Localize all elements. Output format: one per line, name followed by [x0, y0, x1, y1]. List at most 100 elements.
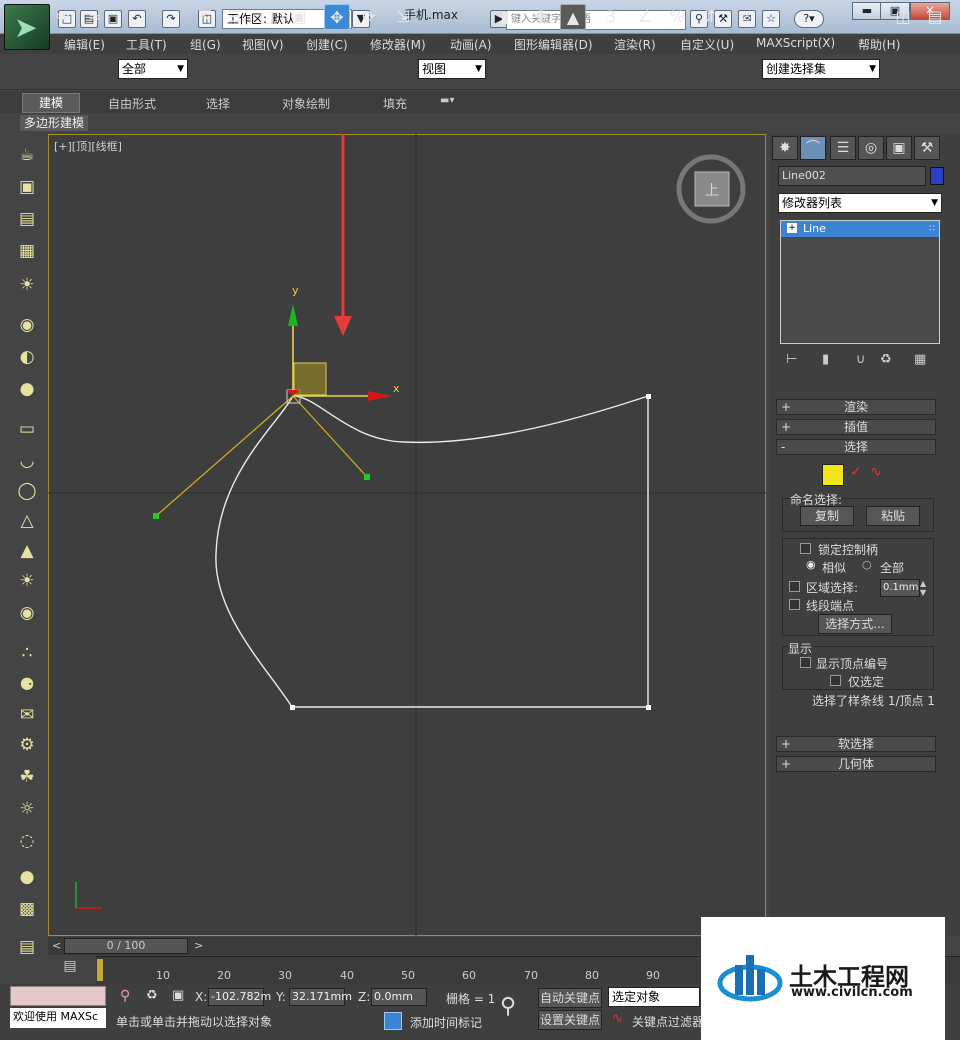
camera-icon[interactable]: ◉	[16, 314, 38, 336]
add-time-tag[interactable]: 添加时间标记	[410, 1014, 482, 1031]
select-move-icon[interactable]: ✥	[324, 4, 350, 30]
absolute-mode-icon[interactable]: ▣	[172, 988, 184, 1003]
isolate-selection-icon[interactable]: ⚲	[120, 988, 130, 1004]
lock-handles-checkbox[interactable]	[800, 543, 811, 554]
menu-create[interactable]: 创建(C)	[306, 36, 348, 53]
cone-icon[interactable]: ▲	[16, 540, 38, 562]
show-vertex-numbers-checkbox[interactable]	[800, 657, 811, 668]
rollout-rendering[interactable]: + 渲染	[776, 399, 936, 415]
copy-button[interactable]: 复制	[800, 506, 854, 526]
layer-manager-icon[interactable]: ▦	[16, 240, 38, 262]
redo-icon[interactable]: ↷	[162, 10, 180, 28]
menu-modifiers[interactable]: 修改器(M)	[370, 36, 426, 53]
time-marker[interactable]	[97, 959, 103, 981]
selection-lock-icon[interactable]	[384, 1012, 402, 1030]
render-frame-icon[interactable]: ▣	[16, 176, 38, 198]
reference-coordinate-dropdown[interactable]: 视图 ▼	[418, 59, 486, 79]
ribbon-tab-selection[interactable]: 选择	[206, 95, 230, 112]
selection-filter-dropdown[interactable]: 全部 ▼	[118, 59, 188, 79]
modifier-stack-item-line[interactable]: + Line ∷	[781, 221, 939, 237]
asset-browser-icon[interactable]: ▩	[16, 898, 38, 920]
select-object-icon[interactable]: ⇱	[192, 4, 218, 30]
render-setup-icon[interactable]: ●	[16, 378, 38, 400]
viewport-canvas[interactable]: y x 上	[48, 134, 766, 936]
hair-icon[interactable]: ☼	[16, 798, 38, 820]
menu-rendering[interactable]: 渲染(R)	[614, 36, 656, 53]
key-mode-dropdown[interactable]: 选定对象	[608, 987, 700, 1007]
utilities-tab-icon[interactable]: ⚒	[914, 136, 940, 160]
move-gizmo-x-arrow[interactable]	[368, 391, 392, 401]
object-name-input[interactable]: Line002	[778, 166, 926, 186]
key-filter-icon[interactable]: ∿	[612, 1011, 623, 1026]
configure-sets-icon[interactable]: ▦	[914, 352, 926, 367]
ribbon-tab-freeform[interactable]: 自由形式	[108, 95, 156, 112]
key-filters-button[interactable]: 关键点过滤器	[632, 1013, 704, 1030]
viewcube-label[interactable]: 上	[705, 183, 719, 199]
modifier-stack[interactable]	[780, 220, 940, 344]
area-selection-checkbox[interactable]	[789, 581, 800, 592]
remove-modifier-icon[interactable]: ♻	[880, 352, 892, 367]
ribbon-options-icon[interactable]: ▬▾	[440, 95, 454, 106]
lock-selection-icon[interactable]: ♻	[146, 988, 158, 1003]
display-tab-icon[interactable]: ▣	[886, 136, 912, 160]
menu-customize[interactable]: 自定义(U)	[680, 36, 734, 53]
bezier-handle-right[interactable]	[364, 474, 370, 480]
ribbon-panel-polygon-modeling[interactable]: 多边形建模	[20, 115, 88, 131]
mirror-icon[interactable]: ◫	[890, 4, 916, 30]
ribbon-tab-modeling[interactable]: 建模	[22, 93, 80, 113]
rollout-selection[interactable]: - 选择	[776, 439, 936, 455]
named-selection-dropdown[interactable]: 创建选择集 ▼	[762, 59, 880, 79]
rollout-geometry[interactable]: + 几何体	[776, 756, 936, 772]
spinner-snap-icon[interactable]: ⇵	[696, 4, 722, 30]
teapot-icon[interactable]: ☕	[16, 144, 38, 166]
time-slider[interactable]: 0 / 100	[64, 938, 188, 954]
segment-subobject-icon[interactable]: ✓	[850, 464, 862, 480]
menu-group[interactable]: 组(G)	[190, 36, 221, 53]
make-unique-icon[interactable]: ∪	[856, 352, 866, 367]
material-editor-icon[interactable]: ◐	[16, 346, 38, 368]
modify-tab-icon[interactable]: ⌒	[800, 136, 826, 160]
keyboard-shortcut-override-icon[interactable]: ▲	[560, 4, 586, 30]
hierarchy-tab-icon[interactable]: ☰	[830, 136, 856, 160]
plane-icon[interactable]: ▭	[16, 418, 38, 440]
select-by-name-icon[interactable]: ☰	[222, 4, 248, 30]
key-icon[interactable]: ⚲	[500, 994, 516, 1019]
rectangular-selection-icon[interactable]: □	[254, 4, 280, 30]
all-radio[interactable]: ○	[862, 558, 872, 571]
vertex-subobject-icon[interactable]	[822, 464, 844, 486]
selected-only-checkbox[interactable]	[830, 675, 841, 686]
ribbon-tab-object-paint[interactable]: 对象绘制	[282, 95, 330, 112]
favorites-star-icon[interactable]: ☆	[762, 10, 780, 28]
menu-views[interactable]: 视图(V)	[242, 36, 284, 53]
paste-button[interactable]: 粘贴	[866, 506, 920, 526]
select-rotate-icon[interactable]: ⟳	[356, 4, 382, 30]
particles-icon[interactable]: ∴	[16, 642, 38, 664]
menu-maxscript[interactable]: MAXScript(X)	[756, 36, 835, 50]
select-manipulate-icon[interactable]: ✚	[528, 4, 554, 30]
set-key-button[interactable]: 设置关键点	[538, 1010, 602, 1030]
time-next-icon[interactable]: >	[194, 939, 203, 952]
spline-shape[interactable]	[215, 395, 649, 708]
ribbon-tab-populate[interactable]: 填充	[383, 95, 407, 112]
z-coordinate-input[interactable]: 0.0mm	[371, 988, 427, 1006]
area-selection-spinner[interactable]: 0.1mm	[880, 579, 920, 597]
edit-named-selection-icon[interactable]: ✐	[732, 4, 758, 30]
shell-icon[interactable]: ◌	[16, 830, 38, 852]
rollout-interpolation[interactable]: + 插值	[776, 419, 936, 435]
torus-icon[interactable]: ◉	[16, 602, 38, 624]
alike-radio[interactable]: ◉	[806, 558, 816, 571]
pin-stack-icon[interactable]: ⊢	[786, 352, 797, 367]
menu-edit[interactable]: 编辑(E)	[64, 36, 105, 53]
unlink-icon[interactable]: ⚮	[50, 4, 76, 30]
molecule-icon[interactable]: ⚈	[16, 674, 38, 696]
move-gizmo-y-arrow[interactable]	[288, 304, 298, 326]
select-by-button[interactable]: 选择方式...	[818, 614, 892, 634]
y-coordinate-input[interactable]: 32.171mm	[289, 988, 352, 1006]
expand-plus-icon[interactable]: +	[787, 223, 797, 233]
bezier-handle-left[interactable]	[153, 513, 159, 519]
light-bulb-icon[interactable]: ☀	[16, 274, 38, 296]
grass-icon[interactable]: ☘	[16, 766, 38, 788]
vertex-bottom-left[interactable]	[290, 705, 295, 710]
menu-animation[interactable]: 动画(A)	[450, 36, 492, 53]
show-end-result-icon[interactable]: ▮	[822, 352, 829, 367]
